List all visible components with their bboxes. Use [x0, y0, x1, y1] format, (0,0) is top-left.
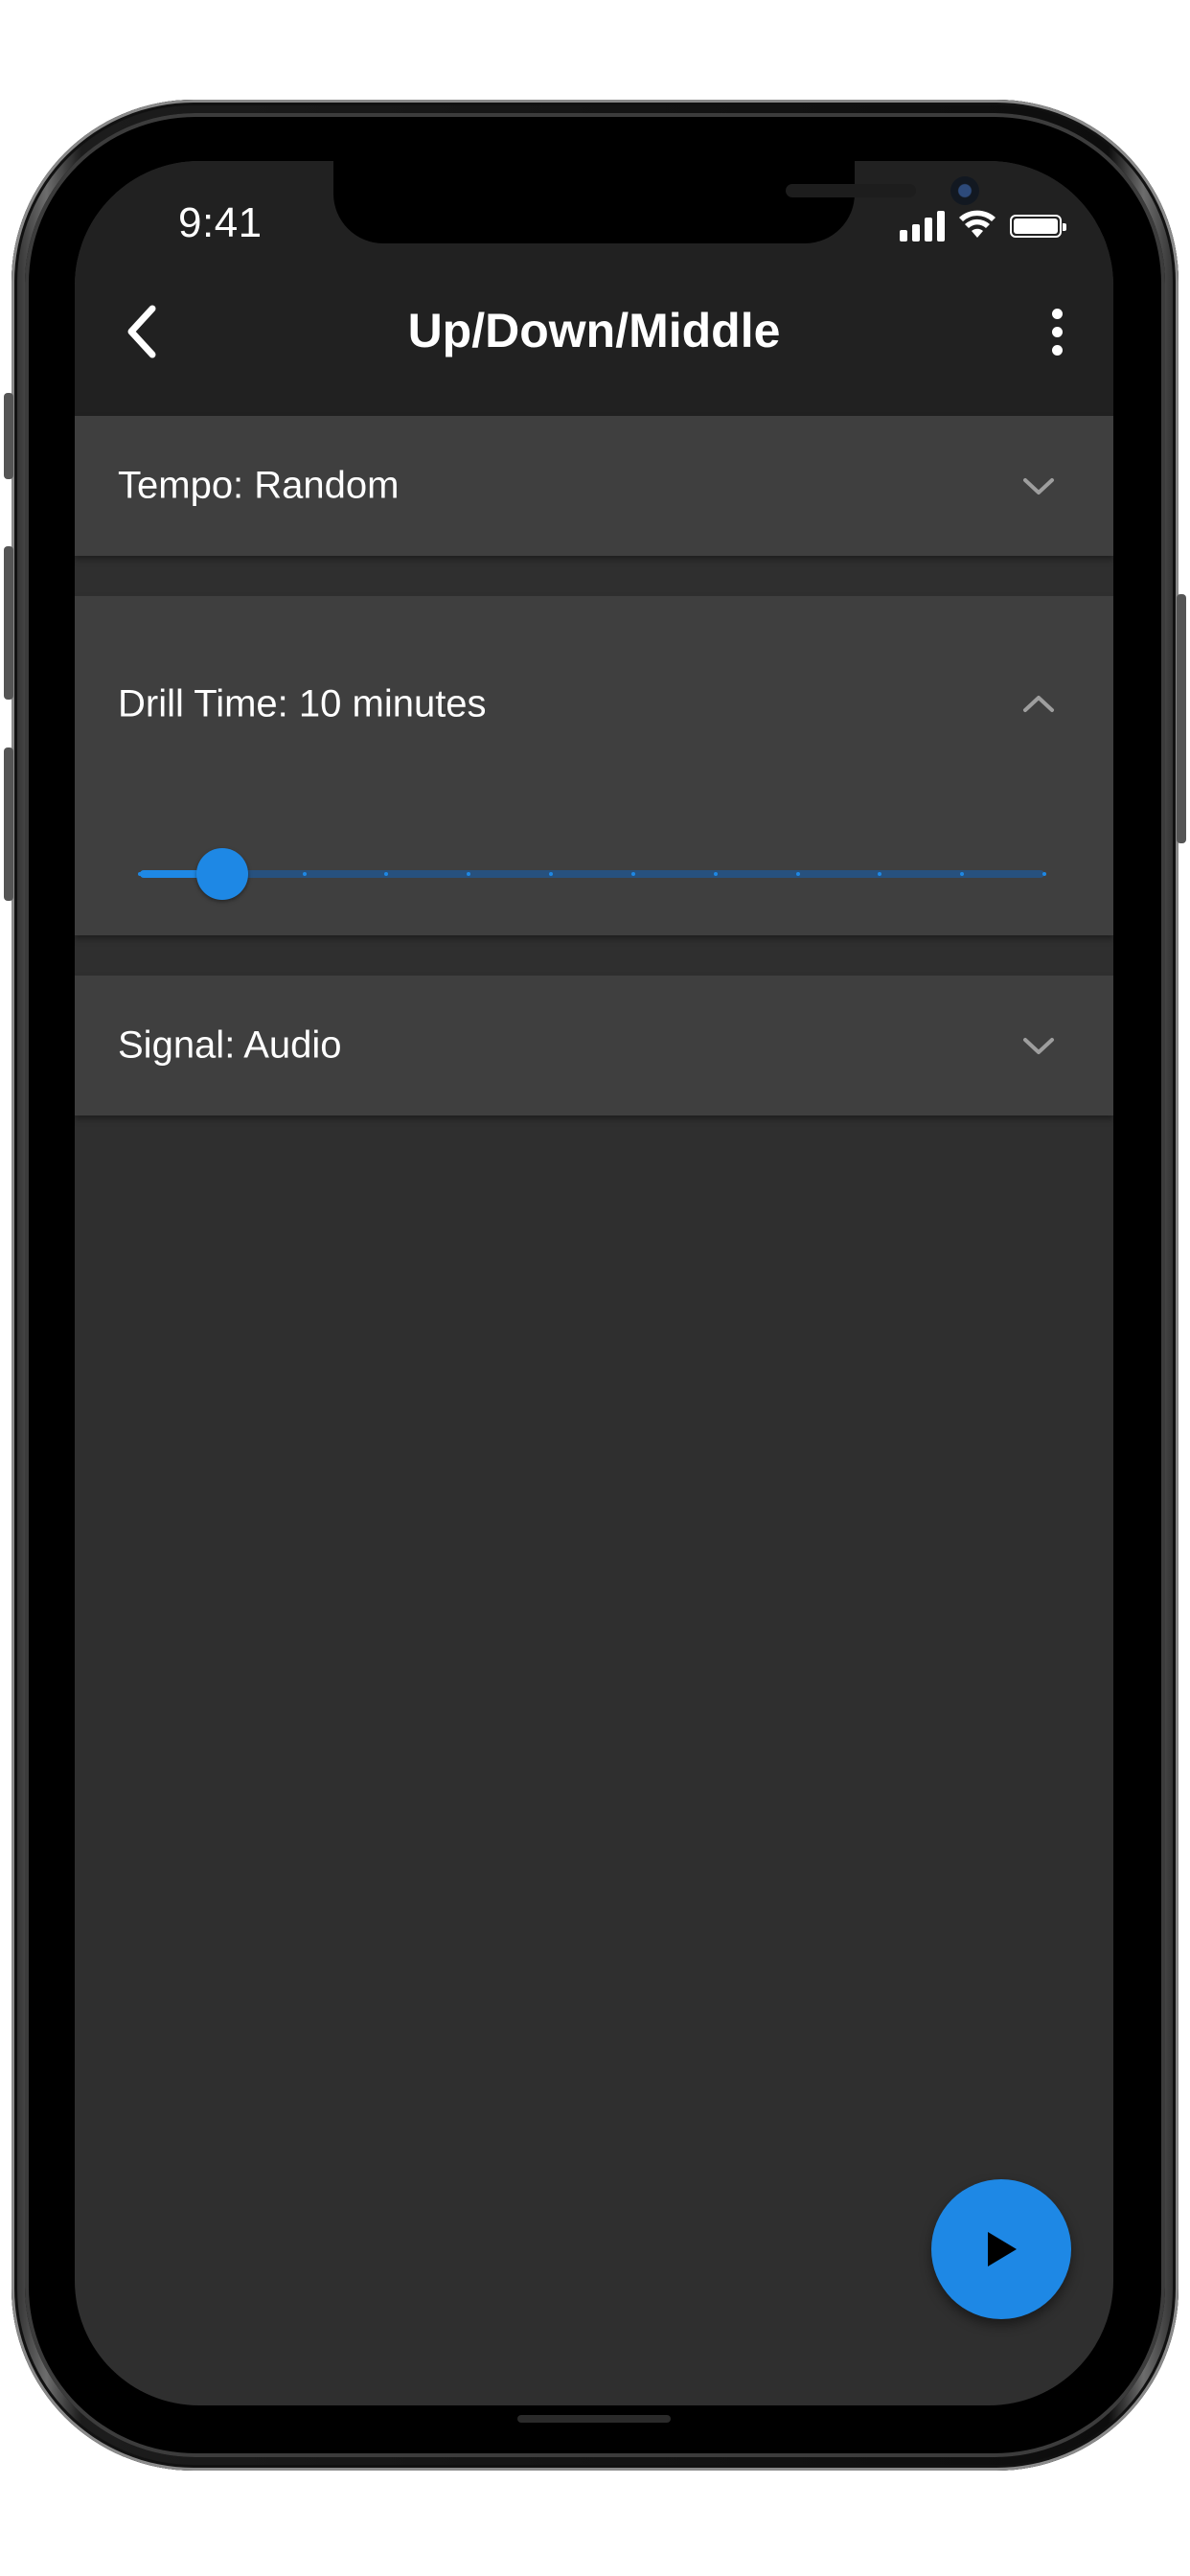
slider-tick — [795, 872, 800, 876]
signal-panel: Signal: Audio — [75, 976, 1113, 1116]
slider-tick — [302, 872, 307, 876]
tempo-panel-header[interactable]: Tempo: Random — [75, 416, 1113, 556]
volume-up-button — [4, 546, 13, 700]
slider-tick — [1042, 872, 1046, 876]
slider-tick — [138, 872, 142, 876]
more-options-button[interactable] — [1033, 295, 1081, 368]
play-button[interactable] — [931, 2179, 1071, 2319]
speaker-grille — [786, 184, 916, 197]
power-button — [1177, 594, 1186, 843]
status-icons — [900, 209, 1066, 242]
chevron-down-icon — [1023, 1038, 1054, 1054]
play-icon — [988, 2232, 1017, 2266]
mute-switch — [4, 393, 13, 479]
front-camera — [950, 176, 979, 205]
wifi-icon — [959, 210, 995, 238]
home-indicator — [517, 2415, 671, 2423]
more-vertical-icon — [1051, 308, 1063, 319]
slider-track — [140, 870, 1044, 878]
signal-panel-header[interactable]: Signal: Audio — [75, 976, 1113, 1116]
status-time: 9:41 — [178, 199, 263, 246]
chevron-down-icon — [1023, 478, 1054, 494]
drill-time-panel: Drill Time: 10 minutes — [75, 596, 1113, 935]
tempo-label: Tempo: Random — [118, 464, 400, 507]
drill-time-label: Drill Time: 10 minutes — [118, 682, 487, 725]
app-screen: 9:41 Up/Down/Middle Tempo: Random Drill … — [75, 161, 1113, 2405]
signal-label: Signal: Audio — [118, 1024, 342, 1067]
cellular-signal-icon — [900, 209, 945, 242]
slider-tick — [630, 872, 635, 876]
notch — [333, 161, 979, 243]
drill-time-panel-header[interactable]: Drill Time: 10 minutes — [75, 634, 1113, 774]
slider-tick — [713, 872, 718, 876]
tempo-panel: Tempo: Random — [75, 416, 1113, 556]
battery-icon — [1010, 215, 1066, 238]
device-mockup: 9:41 Up/Down/Middle Tempo: Random Drill … — [0, 0, 1190, 2576]
drill-time-slider[interactable] — [132, 836, 1052, 912]
chevron-up-icon — [1023, 696, 1054, 712]
slider-thumb[interactable] — [195, 848, 248, 900]
page-title: Up/Down/Middle — [407, 304, 781, 357]
volume-down-button — [4, 748, 13, 901]
